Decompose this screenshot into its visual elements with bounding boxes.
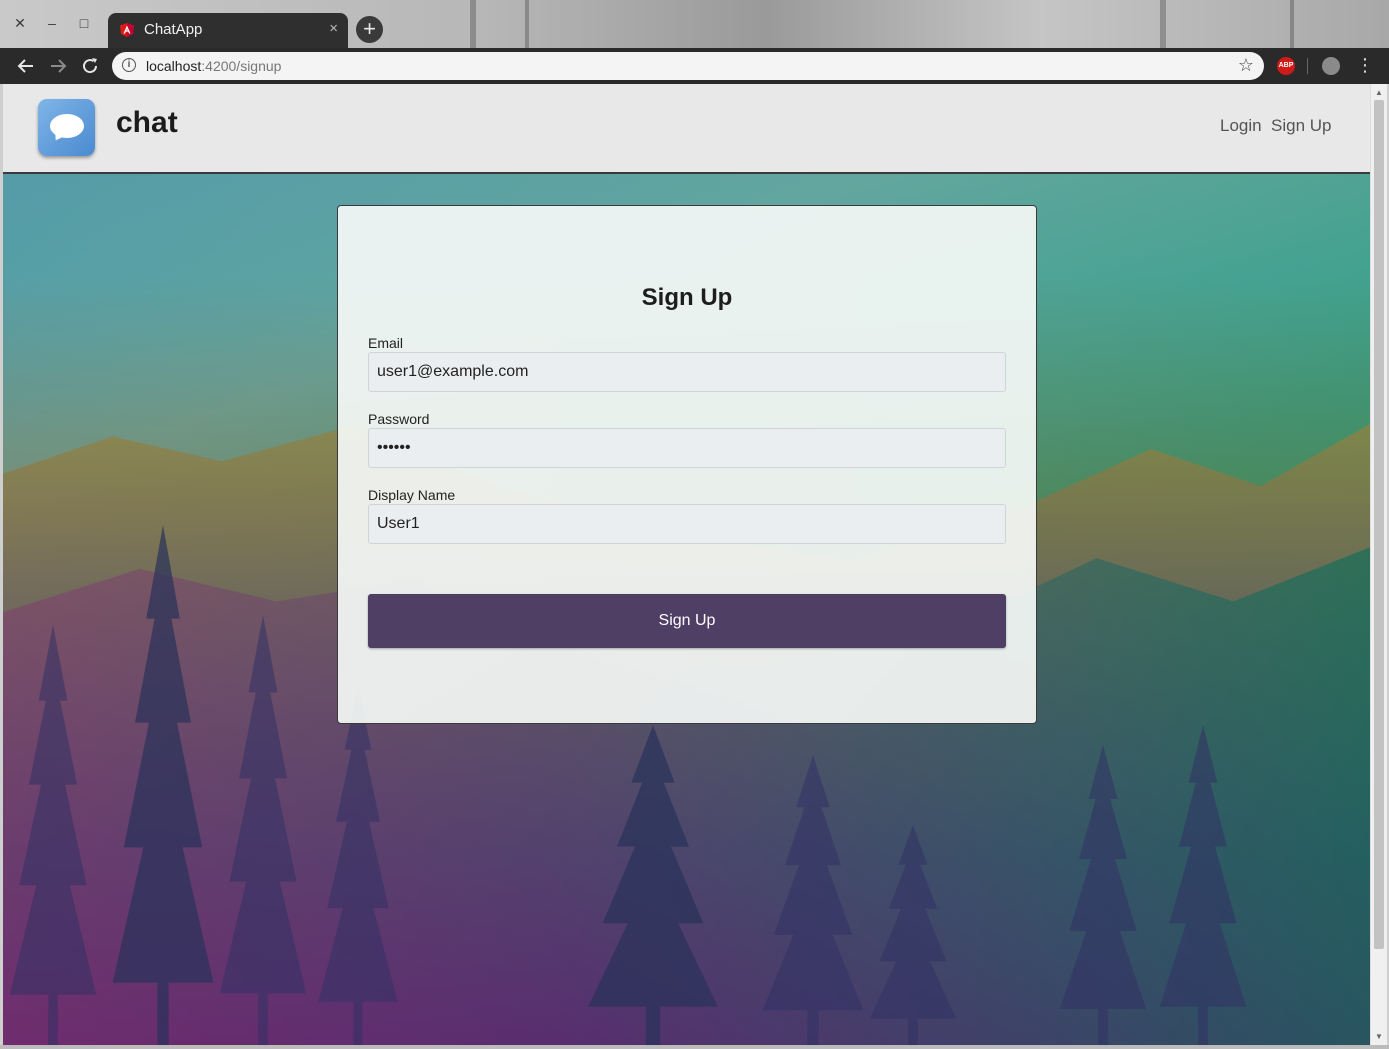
scrollbar-thumb[interactable]: [1374, 100, 1384, 949]
background-decoration: [1290, 0, 1294, 48]
maximize-icon: □: [79, 15, 89, 31]
display-name-label: Display Name: [368, 487, 456, 503]
minimize-icon: –: [48, 15, 56, 31]
plus-icon: +: [363, 16, 376, 41]
window-border: [0, 1045, 1389, 1049]
signup-card: Sign Up Email user1@example.com Password…: [337, 205, 1037, 724]
browser-tab[interactable]: ChatApp ×: [108, 13, 348, 48]
password-field[interactable]: ••••••: [368, 428, 1006, 468]
page-viewport: chat Login Sign Up Sign Up Email user1@e…: [3, 84, 1370, 1045]
browser-toolbar: i localhost:4200/signup ☆ ABP ⋮: [0, 48, 1389, 84]
reload-button[interactable]: [78, 54, 102, 78]
reload-icon: [83, 58, 98, 74]
arrow-left-icon: [17, 59, 33, 73]
back-button[interactable]: [14, 54, 38, 78]
brand-title[interactable]: chat: [116, 106, 178, 140]
nav-signup-link[interactable]: Sign Up: [1271, 116, 1331, 136]
email-field[interactable]: user1@example.com: [368, 352, 1006, 392]
url-text: localhost:4200/signup: [146, 58, 282, 74]
toolbar-divider: [1307, 58, 1308, 74]
background-decoration: [470, 0, 476, 48]
browser-menu-icon[interactable]: ⋮: [1356, 53, 1374, 77]
password-label: Password: [368, 411, 430, 427]
tab-close-icon[interactable]: ×: [329, 20, 338, 37]
close-icon: ✕: [14, 15, 26, 31]
scroll-down-icon[interactable]: ▼: [1375, 1032, 1383, 1041]
window-minimize-button[interactable]: –: [43, 14, 61, 32]
scroll-up-icon[interactable]: ▲: [1375, 88, 1383, 97]
chat-logo-icon[interactable]: [38, 99, 95, 156]
info-icon[interactable]: i: [122, 58, 136, 72]
form-title: Sign Up: [641, 284, 733, 311]
forward-button[interactable]: [46, 54, 70, 78]
display-name-field[interactable]: User1: [368, 504, 1006, 544]
signup-submit-button[interactable]: Sign Up: [368, 594, 1006, 648]
browser-titlebar: ✕ – □ ChatApp × +: [0, 0, 1389, 48]
tab-title: ChatApp: [144, 21, 203, 38]
background-decoration: [1160, 0, 1166, 48]
address-bar[interactable]: i localhost:4200/signup ☆: [112, 52, 1264, 80]
arrow-right-icon: [51, 59, 67, 73]
background-decoration: [525, 0, 529, 48]
extension-icon[interactable]: [1322, 57, 1340, 75]
bookmark-star-icon[interactable]: ☆: [1238, 55, 1254, 76]
nav-login-link[interactable]: Login: [1220, 116, 1262, 136]
app-header: chat Login Sign Up: [3, 84, 1370, 174]
window-close-button[interactable]: ✕: [11, 14, 29, 32]
window-maximize-button[interactable]: □: [75, 14, 93, 32]
page-scrollbar[interactable]: ▲ ▼: [1370, 84, 1387, 1045]
angular-icon: [120, 23, 134, 37]
adblock-extension-icon[interactable]: ABP: [1277, 57, 1295, 75]
new-tab-button[interactable]: +: [356, 16, 383, 43]
email-label: Email: [368, 335, 404, 351]
